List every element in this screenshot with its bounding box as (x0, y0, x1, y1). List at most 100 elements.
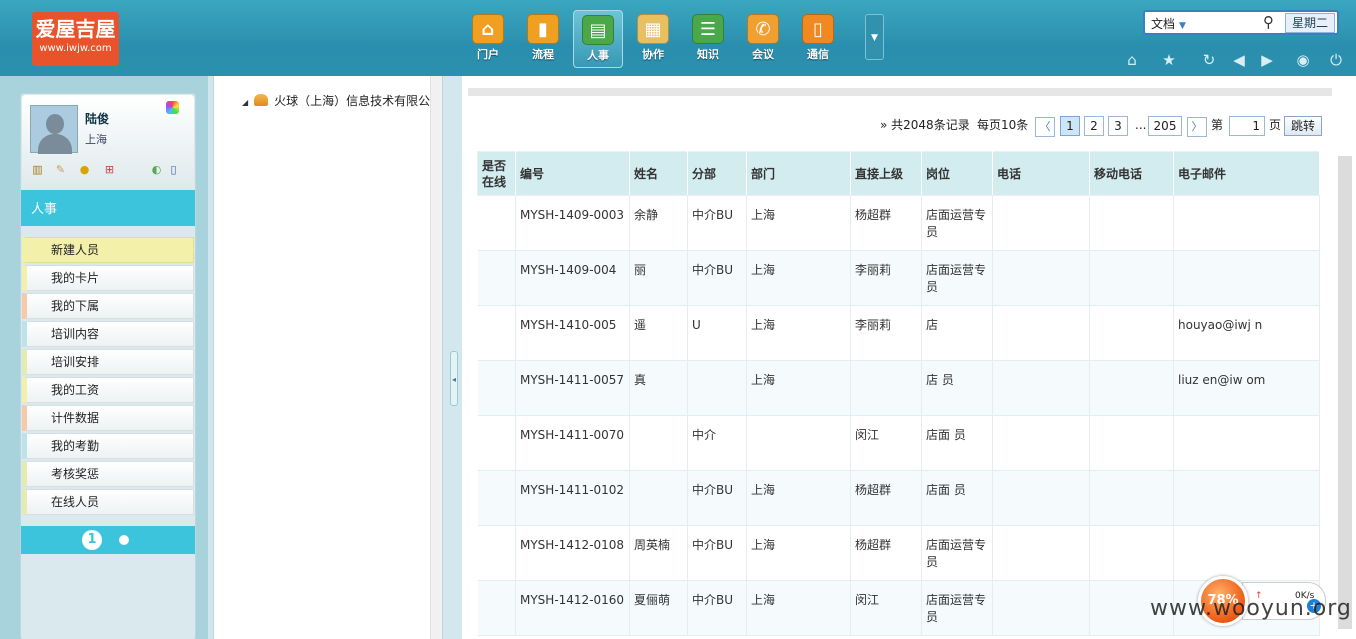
chart-icon: ▮ (527, 14, 559, 44)
column-header[interactable]: 是否在线 (477, 151, 516, 196)
sidebar-panel: 陆俊 上海 ▥ ✎ ● ⊞ ◐ ▯ 人事 新建人员 我的卡片 我的下属 培训内容 培训安… (20, 93, 196, 639)
table-cell[interactable] (629, 415, 688, 471)
table-cell: 中介BU (687, 580, 747, 636)
avatar[interactable] (30, 105, 78, 154)
table-row[interactable]: MYSH-1409-004 丽中介BU 上海 李丽莉 店面运营专员 (477, 250, 1320, 306)
refresh-icon[interactable]: ↻ (1199, 50, 1219, 70)
sidebar-item-8[interactable]: 考核奖惩 (22, 461, 194, 487)
user-name[interactable]: 陆俊 (85, 110, 109, 127)
page-last[interactable]: 205 (1148, 116, 1182, 136)
table-header-row: 是否在线 编号 姓名 分部 部门 直接上级 岗位 电话 移动电话 电子邮件 (477, 151, 1320, 196)
theme-color-icon[interactable] (166, 101, 179, 114)
table-row[interactable]: MYSH-1409-0003 余静 中介BU 上海 杨超群 店面运营专员 (477, 195, 1320, 251)
sidebar-item-0[interactable]: 新建人员 (22, 237, 194, 263)
sidebar-page-1[interactable]: 1 (82, 530, 102, 550)
next-page-button[interactable]: 〉 (1187, 117, 1207, 137)
main-content: » 共2048条记录 每页10条 〈 123 ... 205 〉 第 1 页 跳… (462, 76, 1356, 639)
table-cell: 店面 员 (921, 415, 993, 471)
nav-5[interactable]: ✆ 会议 (738, 10, 788, 68)
status-icon[interactable]: ◐ (149, 162, 164, 177)
forward-icon[interactable]: ▶ (1257, 50, 1277, 70)
table-cell: 上海 (746, 305, 851, 361)
table-cell[interactable]: 真 (629, 360, 688, 416)
column-header[interactable]: 分部 (687, 151, 747, 196)
tree-node-root[interactable]: ◢ 火球（上海）信息技术有限公 (242, 92, 430, 109)
table-row[interactable]: MYSH-1411-0102 中介BU 上海 杨超群 店面 员 (477, 470, 1320, 526)
column-header[interactable]: 电话 (992, 151, 1090, 196)
page-button-1[interactable]: 1 (1060, 116, 1080, 136)
sidebar-item-2[interactable]: 我的下属 (22, 293, 194, 319)
table-cell (1173, 470, 1320, 526)
table-row[interactable]: MYSH-1411-0057 真 上海 店 员 liuz en@iw om (477, 360, 1320, 416)
company-logo[interactable]: 爱屋吉屋 www.iwjw.com (32, 12, 119, 66)
sidebar-item-4[interactable]: 培训安排 (22, 349, 194, 375)
home-icon[interactable]: ⌂ (1122, 50, 1142, 70)
nav-0[interactable]: ⌂ 门户 (463, 10, 513, 68)
table-row[interactable]: MYSH-1411-0070 中介 闵江 店面 员 (477, 415, 1320, 471)
table-cell (1089, 250, 1174, 306)
org-chart-icon[interactable]: ⊞ (102, 162, 117, 177)
back-icon[interactable]: ◀ (1229, 50, 1249, 70)
column-header[interactable]: 电子邮件 (1173, 151, 1320, 196)
nav-6[interactable]: ▯ 通信 (793, 10, 843, 68)
sidebar-item-3[interactable]: 培训内容 (22, 321, 194, 347)
person-card-icon: ▤ (582, 15, 614, 45)
sidebar-item-6[interactable]: 计件数据 (22, 405, 194, 431)
search-scope-select[interactable]: 文档 ▼ (1151, 15, 1186, 32)
module-title: 人事 (21, 190, 195, 226)
table-cell[interactable] (629, 470, 688, 526)
column-header[interactable]: 岗位 (921, 151, 993, 196)
table-cell[interactable]: 夏俪萌 (629, 580, 688, 636)
sidebar-item-5[interactable]: 我的工资 (22, 377, 194, 403)
column-header[interactable]: 姓名 (629, 151, 688, 196)
table-cell[interactable]: 周英楠 (629, 525, 688, 581)
sidebar-item-9[interactable]: 在线人员 (22, 489, 194, 515)
note-icon[interactable]: ✎ (53, 162, 68, 177)
table-vertical-scrollbar[interactable] (1338, 156, 1352, 629)
sidebar-item-7[interactable]: 我的考勤 (22, 433, 194, 459)
nav-label: 会议 (752, 48, 774, 61)
horizontal-scrollbar[interactable] (468, 88, 1332, 96)
table-row[interactable]: MYSH-1410-005 遥 U 上海 李丽莉店 houyao@iwj n (477, 305, 1320, 361)
total-records: » 共2048条记录 (880, 118, 970, 132)
nav-4[interactable]: ☰ 知识 (683, 10, 733, 68)
page-button-2[interactable]: 2 (1084, 116, 1104, 136)
collapse-icon[interactable]: ◢ (242, 98, 248, 107)
power-icon[interactable]: ⏻ (1326, 50, 1346, 70)
column-header[interactable]: 移动电话 (1089, 151, 1174, 196)
search-icon[interactable]: ⚲ (1263, 13, 1274, 31)
column-header[interactable]: 部门 (746, 151, 851, 196)
nav-2[interactable]: ▤ 人事 (573, 10, 623, 68)
lock-icon[interactable]: ● (77, 162, 92, 177)
sidebar-item-1[interactable]: 我的卡片 (22, 265, 194, 291)
table-row[interactable]: MYSH-1412-0108 周英楠 中介BU 上海 杨超群 店面运营专员 (477, 525, 1320, 581)
jump-button[interactable]: 跳转 (1284, 116, 1322, 136)
nav-3[interactable]: ▦ 协作 (628, 10, 678, 68)
page-button-3[interactable]: 3 (1108, 116, 1128, 136)
nav-1[interactable]: ▮ 流程 (518, 10, 568, 68)
table-cell (687, 360, 747, 416)
clipboard-icon: ▦ (637, 14, 669, 44)
star-icon[interactable]: ★ (1159, 50, 1179, 70)
table-cell[interactable]: 余静 (629, 195, 688, 251)
mobile-icon: ▯ (802, 14, 834, 44)
pane-splitter[interactable]: ◂ (442, 76, 462, 639)
mobile-icon[interactable]: ▯ (166, 162, 181, 177)
collapse-left-icon[interactable]: ◂ (450, 351, 458, 406)
sidebar-page-2[interactable] (119, 535, 129, 545)
nav-more-dropdown[interactable]: ▼ (865, 14, 884, 60)
table-cell: 店面 员 (921, 470, 993, 526)
nav-label: 通信 (807, 48, 829, 61)
table-cell[interactable]: 丽 (629, 250, 688, 306)
book-icon[interactable]: ▥ (30, 162, 45, 177)
search-box[interactable]: 文档 ▼ ⚲ 星期二 (1143, 10, 1339, 35)
weekday-button[interactable]: 星期二 (1285, 13, 1335, 33)
prev-page-button[interactable]: 〈 (1035, 117, 1055, 137)
settings-dropdown-icon[interactable]: ◉ (1293, 50, 1313, 70)
column-header[interactable]: 编号 (515, 151, 630, 196)
table-cell[interactable]: 遥 (629, 305, 688, 361)
table-cell (1089, 305, 1174, 361)
column-header[interactable]: 直接上级 (850, 151, 922, 196)
tree-scrollbar[interactable] (430, 76, 442, 639)
page-jump-input[interactable]: 1 (1229, 116, 1265, 136)
